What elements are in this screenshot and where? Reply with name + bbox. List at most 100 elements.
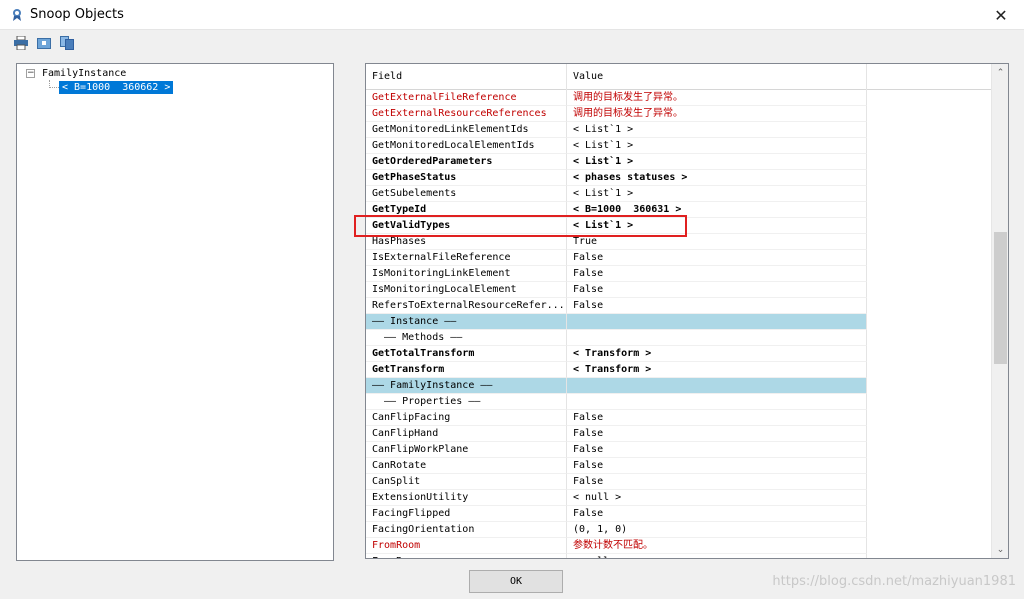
- table-row[interactable]: GetTypeId < B=1000 360631 >: [366, 202, 993, 218]
- value-cell[interactable]: [567, 378, 867, 394]
- value-cell[interactable]: False: [567, 410, 867, 426]
- table-row[interactable]: GetExternalFileReference 调用的目标发生了异常。: [366, 90, 993, 106]
- column-header-value[interactable]: Value: [567, 64, 867, 90]
- field-cell[interactable]: CanFlipHand: [366, 426, 567, 442]
- field-cell[interactable]: CanFlipWorkPlane: [366, 442, 567, 458]
- field-cell[interactable]: FromRoom: [366, 538, 567, 554]
- column-header-field[interactable]: Field: [366, 64, 567, 90]
- field-cell[interactable]: GetSubelements: [366, 186, 567, 202]
- value-cell[interactable]: 调用的目标发生了异常。: [567, 90, 867, 106]
- value-cell[interactable]: False: [567, 266, 867, 282]
- field-cell[interactable]: GetOrderedParameters: [366, 154, 567, 170]
- value-cell[interactable]: < phases statuses >: [567, 170, 867, 186]
- field-cell[interactable]: GetExternalResourceReferences: [366, 106, 567, 122]
- table-row[interactable]: GetExternalResourceReferences 调用的目标发生了异常。: [366, 106, 993, 122]
- table-row[interactable]: GetPhaseStatus < phases statuses >: [366, 170, 993, 186]
- table-row[interactable]: CanFlipFacing False: [366, 410, 993, 426]
- field-cell[interactable]: FromRoom: [366, 554, 567, 558]
- value-cell[interactable]: < Transform >: [567, 346, 867, 362]
- print-button[interactable]: [12, 34, 30, 52]
- table-row[interactable]: —— FamilyInstance ——: [366, 378, 993, 394]
- table-row[interactable]: GetTransform < Transform >: [366, 362, 993, 378]
- table-row[interactable]: HasPhases True: [366, 234, 993, 250]
- table-row[interactable]: CanRotate False: [366, 458, 993, 474]
- table-row[interactable]: GetOrderedParameters < List`1 >: [366, 154, 993, 170]
- value-cell[interactable]: < List`1 >: [567, 122, 867, 138]
- scroll-up-button[interactable]: ⌃: [992, 64, 1008, 81]
- value-cell[interactable]: False: [567, 442, 867, 458]
- field-cell[interactable]: —— Instance ——: [366, 314, 567, 330]
- table-row[interactable]: IsMonitoringLinkElement False: [366, 266, 993, 282]
- property-grid[interactable]: Field Value GetExternalFileReference 调用的目…: [365, 63, 1009, 559]
- value-cell[interactable]: < null >: [567, 490, 867, 506]
- vertical-scrollbar[interactable]: ⌃ ⌄: [991, 64, 1008, 558]
- value-cell[interactable]: False: [567, 458, 867, 474]
- value-cell[interactable]: < Transform >: [567, 362, 867, 378]
- tree-node-root[interactable]: FamilyInstance: [42, 67, 126, 80]
- scrollbar-thumb[interactable]: [994, 232, 1007, 364]
- field-cell[interactable]: GetTransform: [366, 362, 567, 378]
- table-row[interactable]: —— Properties ——: [366, 394, 993, 410]
- table-row[interactable]: RefersToExternalResourceRefer... False: [366, 298, 993, 314]
- field-cell[interactable]: GetTotalTransform: [366, 346, 567, 362]
- table-row[interactable]: GetSubelements < List`1 >: [366, 186, 993, 202]
- table-row[interactable]: FacingOrientation (0, 1, 0): [366, 522, 993, 538]
- table-row[interactable]: —— Instance ——: [366, 314, 993, 330]
- value-cell[interactable]: [567, 394, 867, 410]
- field-cell[interactable]: IsMonitoringLocalElement: [366, 282, 567, 298]
- table-row[interactable]: FromRoom 参数计数不匹配。: [366, 538, 993, 554]
- ok-button[interactable]: OK: [469, 570, 563, 593]
- field-cell[interactable]: CanRotate: [366, 458, 567, 474]
- field-cell[interactable]: GetMonitoredLinkElementIds: [366, 122, 567, 138]
- value-cell[interactable]: (0, 1, 0): [567, 522, 867, 538]
- tree-collapse-toggle[interactable]: −: [26, 69, 35, 78]
- field-cell[interactable]: FacingFlipped: [366, 506, 567, 522]
- close-button[interactable]: ✕: [978, 0, 1024, 30]
- field-cell[interactable]: CanFlipFacing: [366, 410, 567, 426]
- value-cell[interactable]: True: [567, 234, 867, 250]
- field-cell[interactable]: —— Methods ——: [366, 330, 567, 346]
- object-tree[interactable]: − FamilyInstance < B=1000 360662 >: [16, 63, 334, 561]
- table-row[interactable]: GetValidTypes < List`1 >: [366, 218, 993, 234]
- table-row[interactable]: GetMonitoredLinkElementIds < List`1 >: [366, 122, 993, 138]
- value-cell[interactable]: < List`1 >: [567, 154, 867, 170]
- field-cell[interactable]: CanSplit: [366, 474, 567, 490]
- tree-node-selected[interactable]: < B=1000 360662 >: [59, 81, 174, 94]
- value-cell[interactable]: False: [567, 506, 867, 522]
- table-row[interactable]: ExtensionUtility < null >: [366, 490, 993, 506]
- copy-button[interactable]: [58, 34, 76, 52]
- table-row[interactable]: CanSplit False: [366, 474, 993, 490]
- value-cell[interactable]: < List`1 >: [567, 218, 867, 234]
- table-row[interactable]: CanFlipWorkPlane False: [366, 442, 993, 458]
- value-cell[interactable]: < null >: [567, 554, 867, 558]
- table-row[interactable]: FacingFlipped False: [366, 506, 993, 522]
- table-row[interactable]: GetMonitoredLocalElementIds < List`1 >: [366, 138, 993, 154]
- value-cell[interactable]: < B=1000 360631 >: [567, 202, 867, 218]
- field-cell[interactable]: GetTypeId: [366, 202, 567, 218]
- value-cell[interactable]: False: [567, 250, 867, 266]
- field-cell[interactable]: GetExternalFileReference: [366, 90, 567, 106]
- table-row[interactable]: GetTotalTransform < Transform >: [366, 346, 993, 362]
- value-cell[interactable]: False: [567, 474, 867, 490]
- value-cell[interactable]: < List`1 >: [567, 186, 867, 202]
- field-cell[interactable]: —— FamilyInstance ——: [366, 378, 567, 394]
- table-row[interactable]: IsMonitoringLocalElement False: [366, 282, 993, 298]
- field-cell[interactable]: IsExternalFileReference: [366, 250, 567, 266]
- table-row[interactable]: FromRoom< null >: [366, 554, 993, 558]
- field-cell[interactable]: RefersToExternalResourceRefer...: [366, 298, 567, 314]
- value-cell[interactable]: False: [567, 282, 867, 298]
- scroll-down-button[interactable]: ⌄: [992, 541, 1008, 558]
- field-cell[interactable]: GetPhaseStatus: [366, 170, 567, 186]
- value-cell[interactable]: < List`1 >: [567, 138, 867, 154]
- value-cell[interactable]: False: [567, 298, 867, 314]
- field-cell[interactable]: IsMonitoringLinkElement: [366, 266, 567, 282]
- value-cell[interactable]: False: [567, 426, 867, 442]
- value-cell[interactable]: [567, 314, 867, 330]
- snapshot-button[interactable]: [35, 34, 53, 52]
- table-row[interactable]: IsExternalFileReference False: [366, 250, 993, 266]
- field-cell[interactable]: ExtensionUtility: [366, 490, 567, 506]
- table-row[interactable]: CanFlipHand False: [366, 426, 993, 442]
- field-cell[interactable]: GetMonitoredLocalElementIds: [366, 138, 567, 154]
- value-cell[interactable]: 参数计数不匹配。: [567, 538, 867, 554]
- value-cell[interactable]: 调用的目标发生了异常。: [567, 106, 867, 122]
